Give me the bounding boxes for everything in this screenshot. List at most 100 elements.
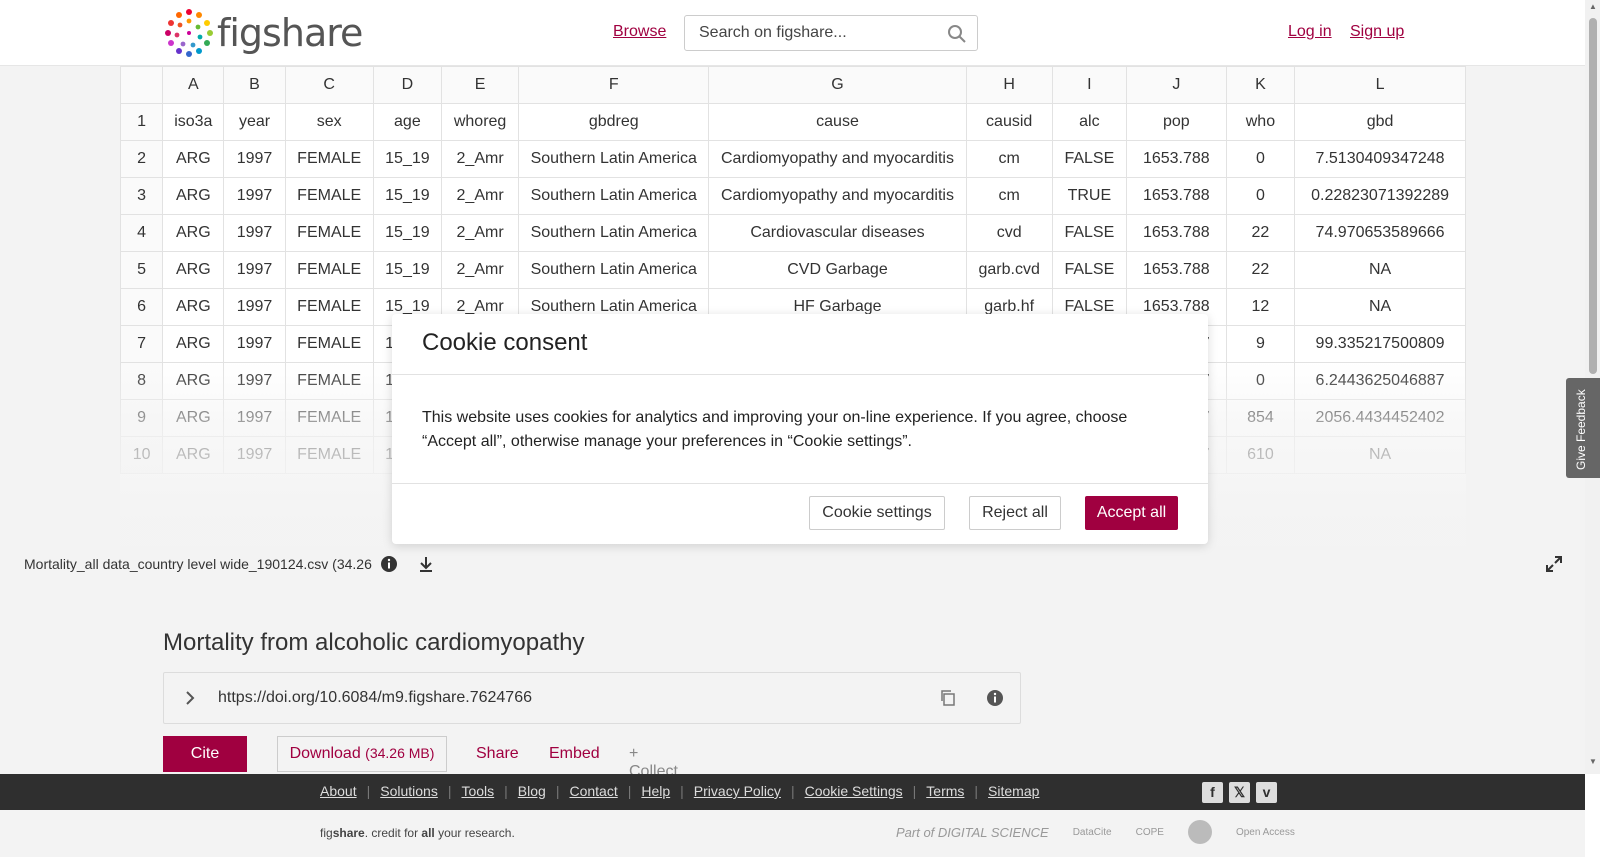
- table-cell: gbd: [1294, 103, 1466, 141]
- footer-link[interactable]: Sitemap: [988, 783, 1039, 799]
- doi-link[interactable]: https://doi.org/10.6084/m9.figshare.7624…: [218, 689, 532, 707]
- table-cell: ARG: [162, 436, 225, 474]
- table-cell: 1653.788: [1125, 251, 1227, 289]
- facebook-icon[interactable]: f: [1202, 782, 1223, 803]
- download-icon[interactable]: [417, 555, 435, 573]
- table-cell: 22: [1225, 214, 1296, 252]
- download-label: Download: [289, 745, 361, 762]
- table-cell: 15_19: [372, 214, 443, 252]
- table-cell: 610: [1225, 436, 1296, 474]
- footer-tagline-bar: figshare. credit for all your research. …: [0, 810, 1585, 857]
- table-cell: 15_19: [372, 140, 443, 178]
- vimeo-icon[interactable]: v: [1256, 782, 1277, 803]
- footer-separator: |: [627, 783, 632, 799]
- tagline-mid: . credit for: [364, 826, 422, 840]
- dialog-divider: [392, 374, 1208, 375]
- table-cell: 1653.788: [1125, 140, 1227, 178]
- open-access-logo[interactable]: Open Access: [1236, 827, 1295, 838]
- table-cell: ARG: [162, 177, 225, 215]
- give-feedback-tab[interactable]: Give Feedback: [1566, 378, 1600, 478]
- table-cell: ARG: [162, 140, 225, 178]
- footer-link[interactable]: Solutions: [380, 783, 438, 799]
- footer-separator: |: [447, 783, 452, 799]
- feedback-label: Give Feedback: [1574, 389, 1588, 470]
- accept-all-button[interactable]: Accept all: [1085, 496, 1178, 530]
- x-twitter-icon[interactable]: 𝕏: [1229, 782, 1250, 803]
- cookie-settings-button[interactable]: Cookie settings: [809, 496, 945, 530]
- table-cell: 0: [1225, 140, 1296, 178]
- table-cell: Cardiovascular diseases: [708, 214, 967, 252]
- row-number: 6: [120, 288, 164, 326]
- doi-box: https://doi.org/10.6084/m9.figshare.7624…: [163, 672, 1021, 724]
- reject-all-button[interactable]: Reject all: [969, 496, 1061, 530]
- cope-logo[interactable]: COPE: [1136, 827, 1164, 838]
- table-cell: TRUE: [1051, 177, 1127, 215]
- footer-link[interactable]: Blog: [518, 783, 546, 799]
- table-cell: gbdreg: [518, 103, 710, 141]
- signup-link[interactable]: Sign up: [1350, 23, 1404, 41]
- table-cell: CVD Garbage: [708, 251, 967, 289]
- table-cell: 12: [1225, 288, 1296, 326]
- page-scroll-up-icon[interactable]: ▲: [1589, 2, 1597, 11]
- table-cell: sex: [284, 103, 374, 141]
- footer-link[interactable]: Privacy Policy: [694, 783, 781, 799]
- page-scroll-down-icon[interactable]: ▼: [1589, 757, 1597, 766]
- column-header: E: [440, 66, 520, 104]
- footer-link[interactable]: About: [320, 783, 357, 799]
- item-title: Mortality from alcoholic cardiomyopathy: [163, 629, 585, 656]
- footer-separator: |: [790, 783, 795, 799]
- login-link[interactable]: Log in: [1288, 23, 1332, 41]
- footer-link[interactable]: Tools: [461, 783, 494, 799]
- table-cell: FALSE: [1051, 251, 1127, 289]
- figshare-logo-icon: [165, 9, 213, 57]
- cite-button[interactable]: Cite: [163, 736, 247, 772]
- table-cell: 15_19: [372, 177, 443, 215]
- search-icon[interactable]: [947, 24, 967, 44]
- column-header: K: [1225, 66, 1296, 104]
- fullscreen-icon[interactable]: [1546, 556, 1562, 572]
- cookie-dialog-body: This website uses cookies for analytics …: [422, 409, 1128, 450]
- datacite-logo[interactable]: DataCite: [1073, 827, 1112, 838]
- table-cell: ARG: [162, 362, 225, 400]
- table-cell: FALSE: [1051, 140, 1127, 178]
- footer-link[interactable]: Cookie Settings: [805, 783, 903, 799]
- column-header: D: [372, 66, 443, 104]
- table-cell: 2_Amr: [440, 214, 520, 252]
- table-cell: 2_Amr: [440, 251, 520, 289]
- table-cell: 0.22823071392289: [1294, 177, 1466, 215]
- orcid-logo-icon[interactable]: [1187, 820, 1212, 844]
- figshare-logo[interactable]: figshare: [163, 8, 363, 58]
- footer-link[interactable]: Terms: [926, 783, 964, 799]
- copy-icon[interactable]: [939, 689, 957, 707]
- page-scroll-thumb[interactable]: [1589, 18, 1597, 374]
- browse-link[interactable]: Browse: [613, 23, 666, 41]
- search-input[interactable]: [699, 24, 939, 42]
- table-cell: 22: [1225, 251, 1296, 289]
- footer-link[interactable]: Help: [641, 783, 670, 799]
- digital-science-logo[interactable]: Part of DIGITAL SCIENCE: [896, 825, 1049, 840]
- embed-button[interactable]: Embed: [549, 745, 600, 763]
- table-row: 1 iso3a year sex age whoreg gbdreg cause causid a…: [120, 103, 1466, 141]
- row-number: 9: [120, 399, 164, 437]
- table-cell: FALSE: [1051, 214, 1127, 252]
- share-button[interactable]: Share: [476, 745, 519, 763]
- table-cell: ARG: [162, 214, 225, 252]
- doi-info-icon[interactable]: [986, 689, 1004, 707]
- table-cell: NA: [1294, 436, 1466, 474]
- row-number: 5: [120, 251, 164, 289]
- footer-separator: |: [680, 783, 684, 799]
- footer-link[interactable]: Contact: [569, 783, 617, 799]
- file-info-icon[interactable]: [380, 555, 398, 573]
- table-cell: 1997: [223, 436, 286, 474]
- table-cell: pop: [1125, 103, 1227, 141]
- file-name: Mortality_all data_country level wide_19…: [24, 556, 372, 572]
- table-cell: ARG: [162, 251, 225, 289]
- row-number: 10: [120, 436, 164, 474]
- table-cell: FEMALE: [284, 214, 374, 252]
- tagline-all: all: [421, 826, 435, 840]
- table-cell: Southern Latin America: [518, 177, 710, 215]
- download-button[interactable]: Download (34.26 MB): [277, 736, 447, 772]
- footer-links-bar: About | Solutions | Tools | Blog | Contact | Help |…: [0, 774, 1585, 810]
- table-row: 2 ARG 1997 FEMALE 15_19 2_Amr Southern Latin A…: [120, 140, 1466, 178]
- chevron-right-icon[interactable]: [182, 690, 198, 706]
